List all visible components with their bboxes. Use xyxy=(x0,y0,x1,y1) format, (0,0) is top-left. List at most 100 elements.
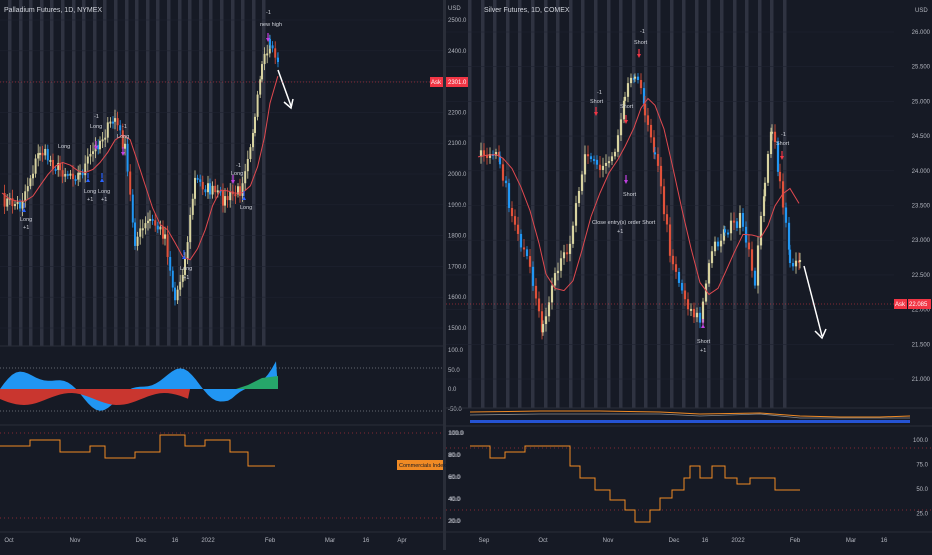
price-tick-label: 23.500 xyxy=(912,204,931,210)
annotation-label: +1 xyxy=(700,348,706,354)
candle-body xyxy=(134,222,136,246)
candle-body xyxy=(159,226,162,230)
left-symbol-title[interactable]: Palladium Futures, 1D, NYMEX xyxy=(4,7,102,14)
annotation-label: Close entry(s) order Short xyxy=(592,220,656,226)
candle-body xyxy=(574,203,578,226)
candle-body xyxy=(259,79,262,95)
candle-body xyxy=(798,260,802,262)
candle-body xyxy=(544,316,548,325)
annotation-label: Long xyxy=(98,189,110,195)
candle-body xyxy=(112,121,114,124)
session-bar xyxy=(156,0,160,346)
candle-body xyxy=(598,164,602,170)
candle-body xyxy=(753,270,757,286)
session-bar xyxy=(114,0,118,346)
candle-body xyxy=(750,249,754,271)
candle-body xyxy=(586,154,590,157)
signal-stem xyxy=(23,203,25,208)
price-tick-label: 2200.0 xyxy=(448,110,467,116)
time-tick-label: Apr xyxy=(397,538,406,544)
candle-body xyxy=(510,207,514,217)
cot-tick-label: 20.0 xyxy=(449,519,461,525)
session-bar xyxy=(146,0,150,346)
price-tick-label: 25.500 xyxy=(912,65,931,71)
time-tick-label: 16 xyxy=(881,538,888,544)
candle-body xyxy=(607,161,611,164)
session-bar xyxy=(19,0,23,346)
annotation-label: Long xyxy=(58,144,70,150)
signal-stem xyxy=(267,33,269,38)
annotation-label: -1 xyxy=(122,124,127,130)
candle-body xyxy=(49,159,52,162)
candle-body xyxy=(759,215,763,246)
time-tick-label: 16 xyxy=(363,538,370,544)
session-bar xyxy=(531,0,535,408)
candle-body xyxy=(504,180,508,184)
candle-body xyxy=(154,220,157,226)
cot-tick-label: 40.0 xyxy=(449,497,461,503)
candle-body xyxy=(568,243,572,254)
candle-body xyxy=(277,57,279,62)
candle-body xyxy=(86,156,89,164)
price-tick-label: 26.000 xyxy=(912,30,931,36)
right-ask-tag: Ask 22.085 xyxy=(894,299,931,309)
candle-body xyxy=(201,181,204,190)
candle-body xyxy=(136,236,139,246)
candle-body xyxy=(719,240,723,247)
candle-body xyxy=(214,185,217,193)
osc-tick-label: 50.0 xyxy=(448,368,460,374)
candle-body xyxy=(513,216,517,225)
price-tick-label: 21.500 xyxy=(912,342,931,348)
price-tick-label: 1800.0 xyxy=(448,234,467,240)
signal-stem xyxy=(183,250,185,255)
time-tick-label: Dec xyxy=(669,538,680,544)
candle-body xyxy=(34,158,37,174)
cot-tick-label: 100.0 xyxy=(913,438,929,444)
cot-tick-label: 80.0 xyxy=(449,453,461,459)
candle-body xyxy=(109,121,112,124)
candle-body xyxy=(144,223,147,229)
annotation-label: -1 xyxy=(781,132,786,138)
annotation-label: Short xyxy=(697,339,711,345)
session-bar xyxy=(607,0,611,408)
candle-body xyxy=(241,183,244,196)
candle-body xyxy=(19,201,21,209)
cot-tick-label: 50.0 xyxy=(916,487,928,493)
candle-body xyxy=(547,302,551,317)
session-bar xyxy=(518,0,522,408)
candle-body xyxy=(166,234,169,257)
left-ask-price: 2301.0 xyxy=(448,80,467,86)
candle-body xyxy=(571,225,575,244)
session-bar xyxy=(644,0,648,408)
candle-body xyxy=(156,225,159,230)
candle-body xyxy=(229,191,232,201)
candle-body xyxy=(639,80,643,89)
session-bar xyxy=(72,0,76,346)
signal-stem xyxy=(101,173,103,178)
signal-stem xyxy=(243,191,245,196)
right-symbol-title[interactable]: Silver Futures, 1D, COMEX xyxy=(484,7,570,14)
candle-body xyxy=(114,118,116,122)
cot-tick-label: 100.0 xyxy=(449,431,465,437)
candle-body xyxy=(6,198,9,207)
candle-body xyxy=(531,266,535,286)
candle-body xyxy=(21,201,24,209)
candle-body xyxy=(665,214,669,225)
annotation-label: -1 xyxy=(236,163,241,169)
candle-body xyxy=(186,242,189,259)
candle-body xyxy=(716,241,720,247)
candle-body xyxy=(766,154,770,183)
chart-canvas: Palladium Futures, 1D, NYMEX USD 2500.0 2… xyxy=(0,0,932,550)
price-tick-label: 22.500 xyxy=(912,273,931,279)
candle-body xyxy=(653,152,657,155)
candle-body xyxy=(89,153,92,157)
session-bar xyxy=(733,0,737,408)
candle-body xyxy=(26,186,29,192)
candle-body xyxy=(37,153,40,159)
signal-stem xyxy=(232,175,234,180)
time-tick-label: Oct xyxy=(538,538,548,544)
candle-body xyxy=(209,183,211,195)
time-tick-label: Dec xyxy=(136,538,147,544)
candle-body xyxy=(619,119,623,136)
candle-body xyxy=(124,143,126,149)
